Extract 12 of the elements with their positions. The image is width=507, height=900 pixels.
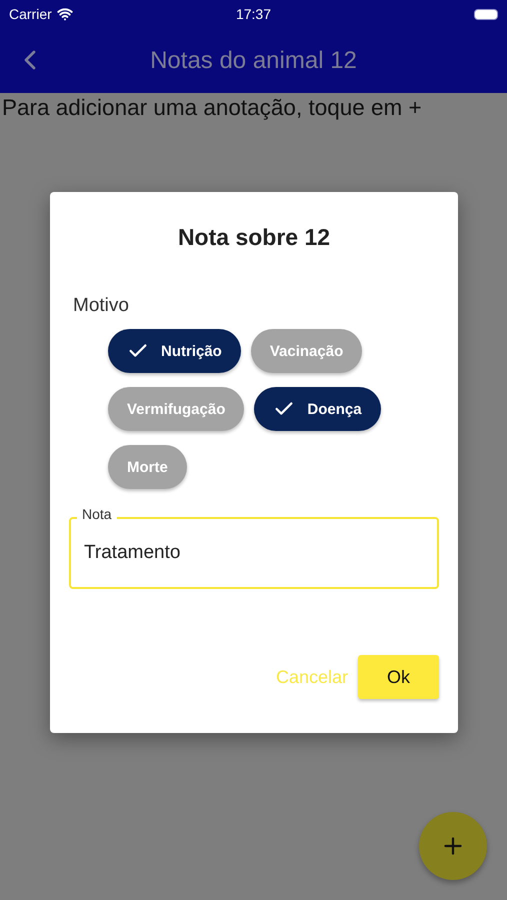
battery-icon (474, 8, 498, 20)
note-field-label: Nota (77, 506, 117, 522)
page-title: Notas do animal 12 (150, 46, 357, 74)
ok-button[interactable]: Ok (358, 655, 439, 699)
reason-chip[interactable]: Nutrição (108, 329, 241, 373)
empty-hint-text: Para adicionar uma anotação, toque em + (2, 95, 423, 121)
dialog-title: Nota sobre 12 (176, 224, 332, 251)
clock-time: 17:37 (236, 6, 272, 22)
reason-chip[interactable]: Doença (254, 387, 381, 431)
carrier-name: Carrier (9, 6, 52, 22)
wifi-icon (56, 6, 73, 22)
reason-label: Motivo (73, 295, 130, 317)
